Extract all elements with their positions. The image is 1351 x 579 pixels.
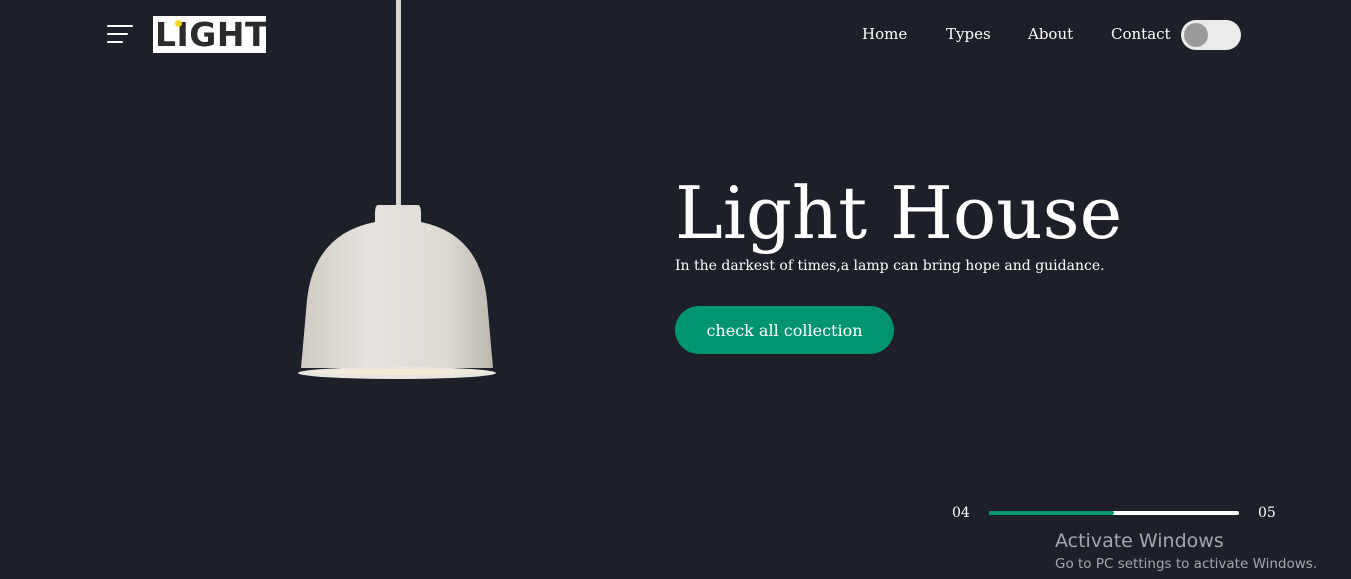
hero-subtitle: In the darkest of times,a lamp can bring…	[675, 258, 1105, 274]
toggle-knob	[1184, 23, 1208, 47]
pendant-lamp-image	[298, 0, 496, 379]
menu-line	[107, 33, 128, 35]
activate-windows-subtitle: Go to PC settings to activate Windows.	[1055, 556, 1318, 572]
site-logo[interactable]: LIGHT	[153, 16, 266, 53]
hero-title: Light House	[675, 171, 1123, 255]
check-collection-button[interactable]: check all collection	[675, 306, 894, 354]
menu-line	[107, 25, 133, 27]
logo-text: LIGHT	[155, 16, 266, 53]
slide-progress-fill	[989, 511, 1114, 515]
nav-link-contact[interactable]: Contact	[1111, 25, 1171, 43]
slide-total-number: 05	[1258, 505, 1276, 521]
nav-link-about[interactable]: About	[1028, 25, 1073, 43]
slide-current-number: 04	[952, 505, 970, 521]
nav-link-home[interactable]: Home	[862, 25, 907, 43]
activate-windows-title: Activate Windows	[1055, 530, 1224, 552]
nav-link-types[interactable]: Types	[946, 25, 991, 43]
theme-toggle[interactable]	[1181, 20, 1241, 50]
hamburger-menu-icon[interactable]	[107, 24, 133, 44]
slide-progress-bar[interactable]	[989, 511, 1239, 515]
logo-dot	[175, 20, 182, 27]
menu-line	[107, 41, 123, 43]
